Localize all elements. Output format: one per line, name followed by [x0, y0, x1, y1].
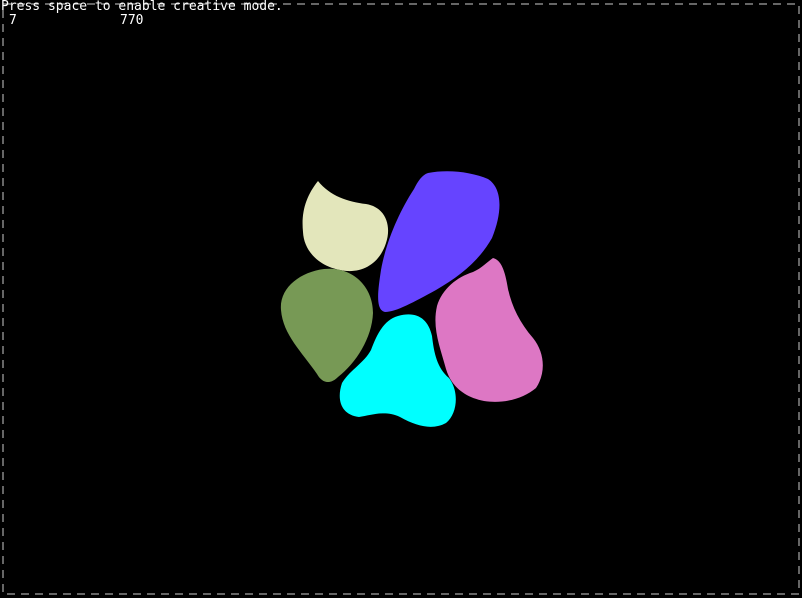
score-counter: 770 — [120, 13, 144, 28]
creative-mode-hint: Press space to enable creative mode. — [1, 0, 283, 14]
level-counter: 7 — [9, 13, 17, 28]
game-canvas[interactable] — [0, 0, 802, 598]
